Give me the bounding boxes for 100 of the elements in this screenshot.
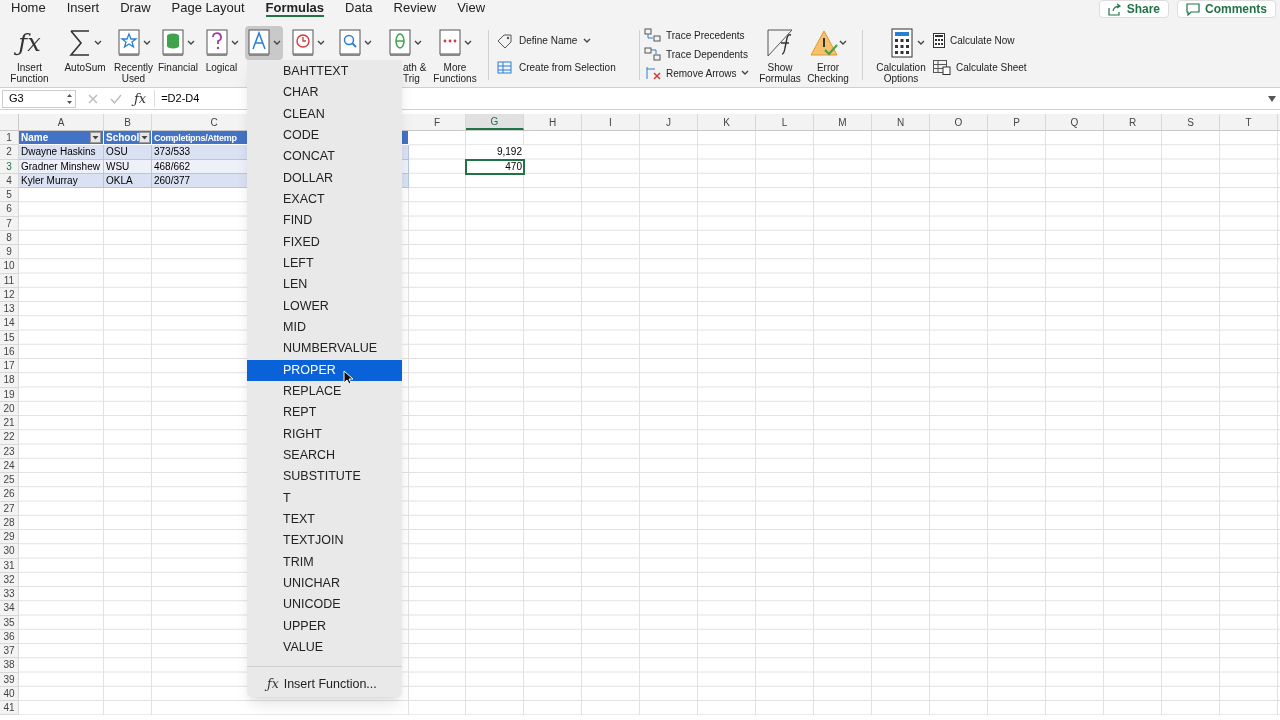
caret-icon[interactable] (230, 40, 239, 46)
caret-icon[interactable] (364, 40, 372, 46)
ribbon-button-label[interactable]: Financial (158, 62, 198, 73)
caret-icon[interactable] (583, 37, 592, 44)
menu-item[interactable]: TEXTJOIN (247, 530, 402, 552)
caret-icon[interactable] (94, 40, 102, 46)
row-header[interactable]: 30 (0, 544, 19, 559)
menu-item[interactable]: REPLACE (247, 380, 402, 403)
name-box[interactable]: G3 (2, 89, 76, 108)
filter-button[interactable] (90, 132, 101, 144)
row-header[interactable]: 5 (0, 188, 19, 203)
column-header[interactable]: A (19, 114, 104, 130)
expand-icon[interactable] (1268, 95, 1276, 102)
ribbon-button-label[interactable]: Insert Function (10, 62, 49, 84)
comments-button[interactable]: Comments (1177, 0, 1276, 18)
column-header[interactable]: J (640, 114, 698, 130)
menu-item[interactable]: LEN (247, 274, 402, 296)
ribbon-tab[interactable]: Home (11, 0, 46, 17)
ribbon-small-button[interactable]: Calculate Sheet (933, 60, 1027, 75)
row-header[interactable]: 14 (0, 316, 19, 331)
column-header[interactable]: M (814, 114, 872, 130)
stepper-icon[interactable] (66, 92, 73, 105)
caret-icon[interactable] (273, 40, 281, 46)
menu-item[interactable]: MID (247, 316, 402, 339)
column-header[interactable]: K (698, 114, 756, 130)
caret-icon[interactable] (187, 40, 195, 46)
row-header[interactable]: 25 (0, 473, 19, 488)
ribbon-button-label[interactable]: ath & Trig (403, 62, 430, 84)
column-header[interactable]: R (1104, 114, 1162, 130)
ribbon-button-label[interactable]: Error Checking (804, 62, 852, 84)
row-header[interactable]: 2 (0, 145, 19, 160)
row-header[interactable]: 29 (0, 530, 19, 545)
menu-item[interactable]: UNICHAR (247, 572, 402, 595)
caret-icon[interactable] (839, 40, 847, 46)
menu-item[interactable]: SEARCH (247, 444, 402, 467)
menu-item[interactable]: REPT (247, 402, 402, 424)
ribbon-tab[interactable]: View (457, 0, 486, 17)
ribbon-small-button[interactable]: Calculate Now (933, 33, 1027, 48)
row-header[interactable]: 21 (0, 416, 19, 431)
share-button[interactable]: Share (1098, 0, 1169, 18)
ribbon-button-label[interactable]: Calculation Options (876, 62, 926, 84)
ribbon-button[interactable]: ƒx (16, 26, 43, 60)
menu-item[interactable]: UNICODE (247, 594, 402, 616)
ribbon-tab[interactable]: Data (345, 0, 373, 17)
caret-icon[interactable] (317, 40, 325, 46)
menu-item[interactable]: FIND (247, 210, 402, 232)
menu-item[interactable]: SUBSTITUTE (247, 466, 402, 488)
row-header[interactable]: 17 (0, 359, 19, 374)
row-header[interactable]: 41 (0, 701, 19, 716)
ribbon-button-label[interactable]: Show Formulas (756, 62, 804, 84)
ribbon-button-label[interactable]: Logical (205, 62, 238, 73)
ribbon-small-button[interactable]: Define Name (497, 33, 637, 48)
ribbon-button-label[interactable]: More Functions (433, 62, 477, 84)
caret-icon[interactable] (142, 40, 151, 46)
filter-button[interactable] (139, 132, 151, 144)
check-icon[interactable] (110, 93, 122, 104)
row-header[interactable]: 34 (0, 601, 19, 616)
menu-item[interactable]: T (247, 487, 402, 509)
menu-item[interactable]: TRIM (247, 551, 402, 573)
ribbon-tab[interactable]: Draw (120, 0, 151, 17)
row-header[interactable]: 1 (0, 131, 19, 146)
menu-item[interactable]: EXACT (247, 188, 402, 211)
menu-item[interactable]: ƒx Insert Function... (247, 675, 402, 694)
ribbon-small-button[interactable]: Remove Arrows (644, 65, 756, 81)
ribbon-small-button[interactable]: Trace Dependents (644, 46, 756, 62)
menu-item[interactable]: LOWER (247, 295, 402, 317)
ribbon-button-label[interactable]: Recently Used (114, 62, 153, 84)
column-header[interactable]: I (582, 114, 640, 130)
row-header[interactable]: 9 (0, 245, 19, 260)
row-header[interactable]: 37 (0, 644, 19, 659)
column-header[interactable]: P (988, 114, 1046, 130)
row-header[interactable]: 33 (0, 587, 19, 602)
column-header[interactable]: B (104, 114, 152, 130)
ribbon-tab[interactable]: Review (393, 0, 437, 17)
column-header[interactable]: G (466, 114, 524, 130)
ribbon-button-label[interactable]: AutoSum (64, 62, 106, 73)
row-header[interactable]: 18 (0, 373, 19, 388)
ribbon-tab[interactable]: Page Layout (171, 0, 245, 17)
menu-item[interactable]: LEFT (247, 252, 402, 275)
row-header[interactable]: 13 (0, 302, 19, 317)
column-header[interactable]: T (1220, 114, 1278, 130)
column-header[interactable]: Q (1046, 114, 1104, 130)
caret-icon[interactable] (917, 40, 925, 46)
menu-item[interactable]: FIXED (247, 231, 402, 253)
row-header[interactable]: 38 (0, 658, 19, 673)
menu-item[interactable]: PROPER (247, 359, 402, 381)
caret-icon[interactable] (413, 40, 422, 46)
ribbon-button[interactable] (245, 26, 283, 60)
row-header[interactable]: 6 (0, 202, 19, 217)
ribbon-tab[interactable]: Formulas (265, 0, 325, 17)
column-header[interactable]: O (930, 114, 988, 130)
column-header[interactable]: S (1162, 114, 1220, 130)
menu-item[interactable]: BAHTTEXT (247, 61, 402, 83)
menu-item[interactable]: UPPER (247, 615, 402, 637)
row-header[interactable]: 22 (0, 430, 19, 445)
row-header[interactable]: 10 (0, 259, 19, 274)
column-header[interactable]: H (524, 114, 582, 130)
menu-item[interactable]: TEXT (247, 508, 402, 531)
caret-icon[interactable] (464, 40, 472, 46)
ribbon-small-button[interactable]: Trace Precedents (644, 27, 756, 43)
